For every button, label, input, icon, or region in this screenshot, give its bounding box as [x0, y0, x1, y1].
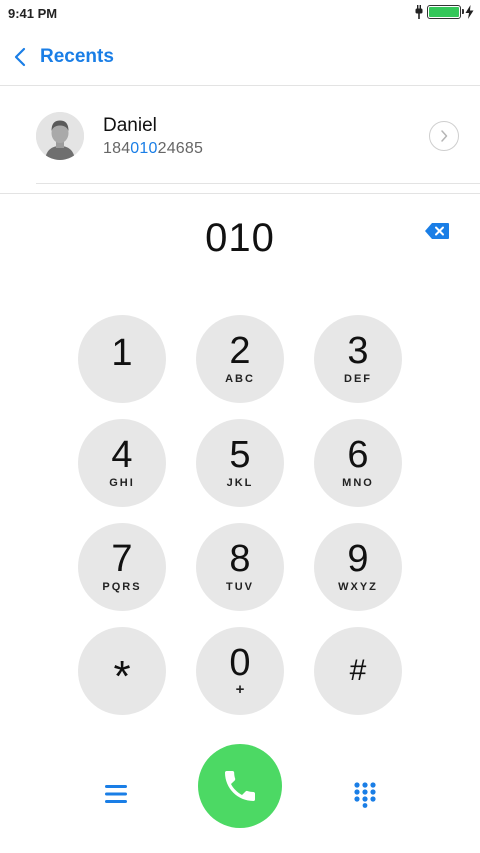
- section-divider: [0, 193, 480, 194]
- key-6[interactable]: 6 MNO: [314, 419, 402, 507]
- key-letters: ABC: [225, 373, 255, 385]
- nav-bar: Recents: [0, 28, 480, 86]
- key-4[interactable]: 4 GHI: [78, 419, 166, 507]
- key-digit: 4: [111, 434, 133, 476]
- contact-suggestion-row[interactable]: Daniel 18401024685: [36, 88, 480, 184]
- key-digit: 7: [111, 538, 133, 580]
- contact-number-prefix: 184: [103, 140, 131, 157]
- key-digit: 2: [229, 330, 251, 372]
- charging-bolt-icon: [465, 5, 474, 19]
- key-digit: 6: [347, 434, 369, 476]
- key-letters: PQRS: [102, 581, 142, 593]
- key-letters: DEF: [344, 373, 372, 385]
- delete-button[interactable]: [424, 222, 450, 240]
- phone-icon: [225, 771, 255, 801]
- call-button[interactable]: [198, 744, 282, 828]
- back-button[interactable]: Recents: [14, 41, 114, 73]
- person-avatar-icon: [36, 112, 84, 160]
- key-letters: MNO: [342, 477, 374, 489]
- backspace-icon: [425, 223, 449, 239]
- menu-button[interactable]: [104, 783, 128, 805]
- key-digit: *: [113, 652, 131, 701]
- key-digit: 8: [229, 538, 251, 580]
- battery-level: [429, 7, 459, 17]
- bottom-action-bar: [0, 742, 480, 832]
- key-0[interactable]: 0 +: [196, 627, 284, 715]
- key-digit: 0: [229, 642, 251, 684]
- key-letters: +: [235, 681, 245, 698]
- menu-icon: [105, 785, 127, 803]
- plug-icon: [415, 5, 423, 19]
- key-7[interactable]: 7 PQRS: [78, 523, 166, 611]
- key-letters: WXYZ: [338, 581, 378, 593]
- key-8[interactable]: 8 TUV: [196, 523, 284, 611]
- contact-number-suffix: 24685: [157, 140, 204, 157]
- dialed-number: 010: [205, 216, 275, 260]
- key-digit: 3: [347, 330, 369, 372]
- key-1[interactable]: 1: [78, 315, 166, 403]
- key-digit: 5: [229, 434, 251, 476]
- keypad-toggle-button[interactable]: [353, 782, 377, 808]
- key-digit: 1: [111, 332, 133, 374]
- chevron-left-icon: [14, 47, 26, 67]
- key-letters: TUV: [226, 581, 254, 593]
- contact-number-match: 010: [130, 140, 158, 157]
- key-letters: JKL: [226, 477, 254, 489]
- contact-number: 18401024685: [103, 140, 203, 158]
- chevron-right-icon: [441, 130, 448, 142]
- key-2[interactable]: 2 ABC: [196, 315, 284, 403]
- key-5[interactable]: 5 JKL: [196, 419, 284, 507]
- status-indicators: [415, 5, 474, 19]
- key-digit: #: [349, 654, 367, 687]
- key-star[interactable]: *: [78, 627, 166, 715]
- contact-detail-button[interactable]: [429, 121, 459, 151]
- contact-name: Daniel: [103, 115, 157, 136]
- status-bar: 9:41 PM: [0, 0, 480, 28]
- key-hash[interactable]: #: [314, 627, 402, 715]
- keypad-icon: [354, 782, 376, 808]
- battery-icon: [427, 5, 464, 19]
- key-9[interactable]: 9 WXYZ: [314, 523, 402, 611]
- key-digit: 9: [347, 538, 369, 580]
- key-letters: GHI: [109, 477, 135, 489]
- avatar: [36, 112, 84, 160]
- key-3[interactable]: 3 DEF: [314, 315, 402, 403]
- back-label: Recents: [40, 46, 114, 67]
- status-time: 9:41 PM: [8, 6, 58, 21]
